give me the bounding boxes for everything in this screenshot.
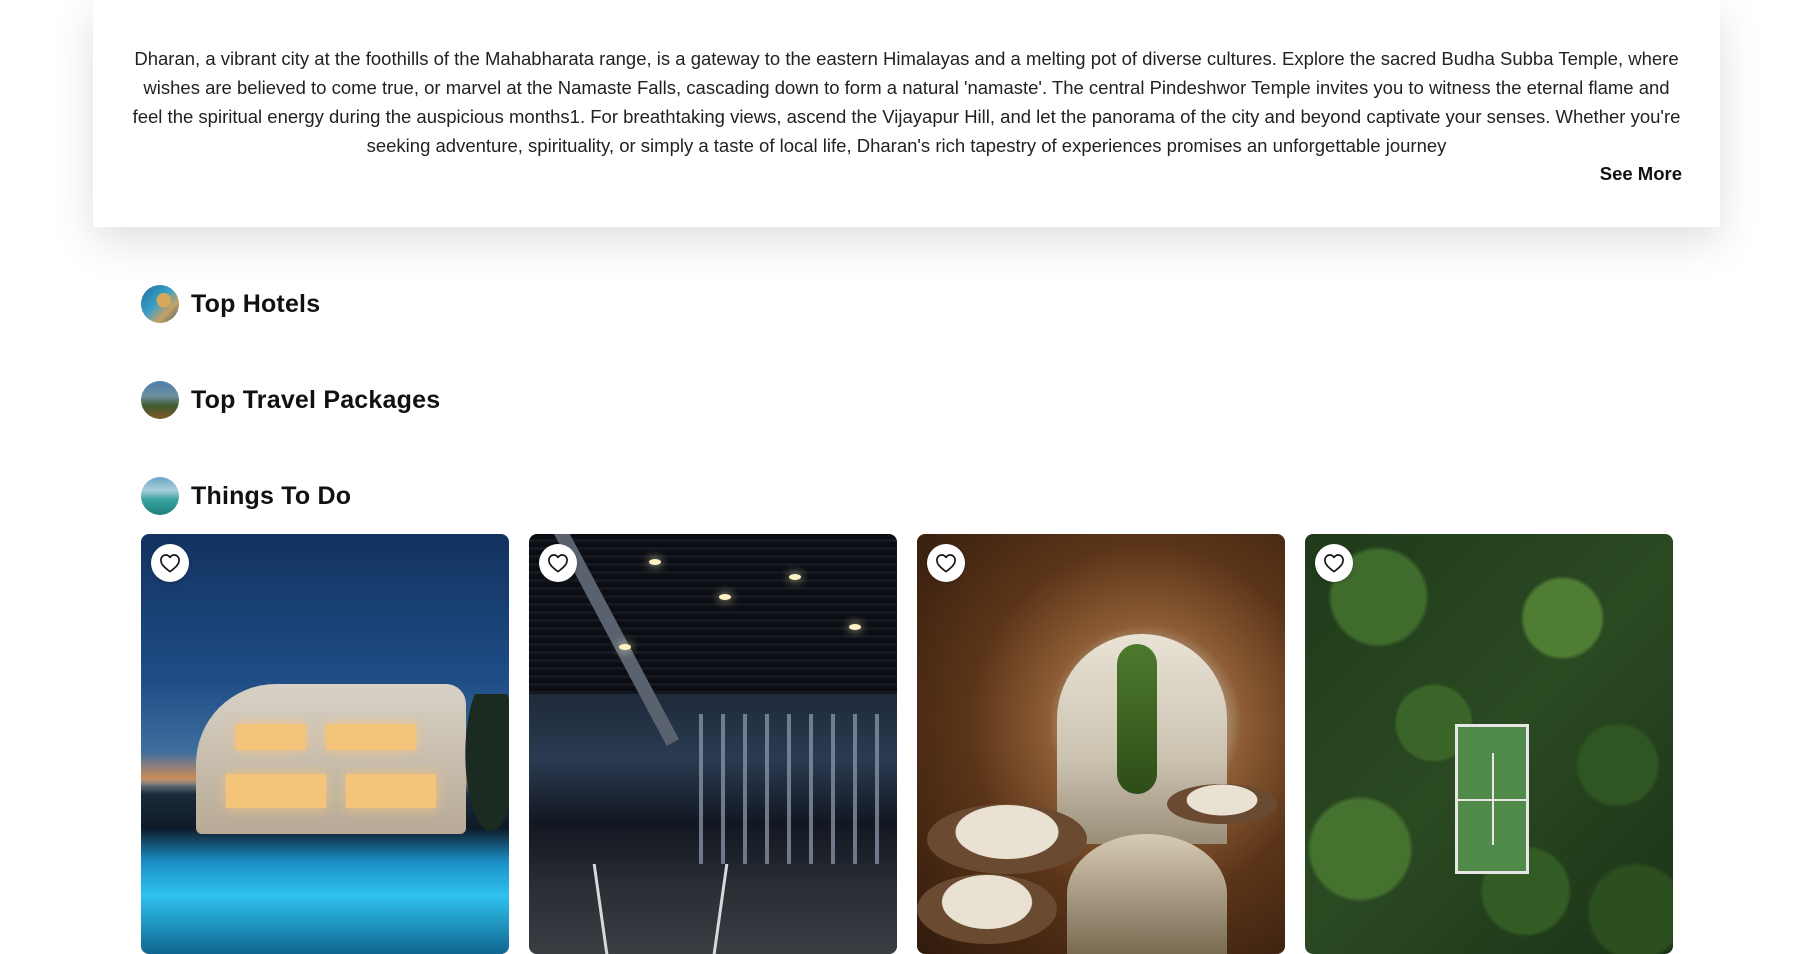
gym-rack <box>699 714 897 864</box>
section-avatar-things-to-do <box>141 477 179 515</box>
activity-card[interactable] <box>1305 534 1673 954</box>
section-title-things-to-do: Things To Do <box>191 481 352 510</box>
cave-seat <box>1167 784 1277 824</box>
aerial-forest-image <box>1305 534 1673 954</box>
heart-outline-icon <box>159 553 181 573</box>
cave-seat <box>917 874 1057 944</box>
favorite-button[interactable] <box>927 544 965 582</box>
section-avatar-hotels <box>141 285 179 323</box>
cave-seat <box>927 804 1087 874</box>
villa-window <box>236 724 306 750</box>
heart-outline-icon <box>1323 553 1345 573</box>
activity-card[interactable] <box>529 534 897 954</box>
favorite-button[interactable] <box>151 544 189 582</box>
section-top-travel-packages: Top Travel Packages <box>141 381 440 419</box>
activity-card[interactable] <box>141 534 509 954</box>
heart-outline-icon <box>935 553 957 573</box>
section-things-to-do: Things To Do <box>141 477 351 515</box>
gym-image <box>529 534 897 954</box>
city-description: Dharan, a vibrant city at the foothills … <box>132 48 1681 156</box>
villa-tree <box>461 694 509 844</box>
villa-shape <box>196 684 466 834</box>
villa-window <box>346 774 436 808</box>
villa-window <box>326 724 416 750</box>
see-more-link[interactable]: See More <box>1600 163 1682 185</box>
things-to-do-cards <box>141 534 1673 954</box>
cave-pool <box>1067 834 1227 954</box>
favorite-button[interactable] <box>539 544 577 582</box>
favorite-button[interactable] <box>1315 544 1353 582</box>
gym-light <box>789 574 801 580</box>
villa-window <box>226 774 326 808</box>
section-avatar-packages <box>141 381 179 419</box>
section-title-packages: Top Travel Packages <box>191 385 441 414</box>
activity-card[interactable] <box>917 534 1285 954</box>
city-description-card: Dharan, a vibrant city at the foothills … <box>93 0 1720 227</box>
section-top-hotels: Top Hotels <box>141 285 320 323</box>
gym-light <box>849 624 861 630</box>
cave-lounge-image <box>917 534 1285 954</box>
villa-pool-image <box>141 534 509 954</box>
gym-light <box>619 644 631 650</box>
tennis-court <box>1455 724 1529 874</box>
cave-plant <box>1117 644 1157 794</box>
gym-light <box>719 594 731 600</box>
section-title-hotels: Top Hotels <box>191 289 321 318</box>
heart-outline-icon <box>547 553 569 573</box>
gym-light <box>649 559 661 565</box>
